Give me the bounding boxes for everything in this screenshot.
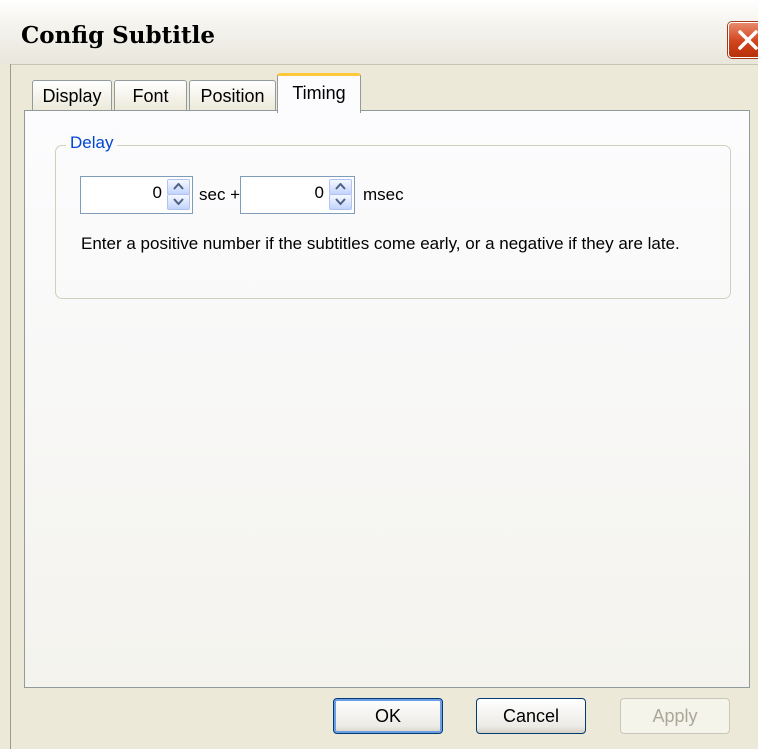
msec-value[interactable]: 0 bbox=[315, 183, 324, 203]
delay-group-label: Delay bbox=[66, 133, 118, 153]
seconds-label: sec + bbox=[199, 185, 241, 204]
delay-groupbox: Delay bbox=[55, 133, 731, 299]
seconds-up-button[interactable] bbox=[167, 179, 190, 195]
seconds-value[interactable]: 0 bbox=[153, 183, 162, 203]
msec-spinner[interactable]: 0 bbox=[240, 176, 355, 214]
tab-timing[interactable]: Timing bbox=[277, 73, 361, 113]
down-arrow-icon bbox=[335, 198, 346, 205]
down-arrow-icon bbox=[173, 198, 184, 205]
msec-up-button[interactable] bbox=[329, 179, 352, 195]
tab-display[interactable]: Display bbox=[32, 80, 112, 111]
seconds-spinner[interactable]: 0 bbox=[80, 176, 193, 214]
window-title: Config Subtitle bbox=[21, 22, 215, 49]
up-arrow-icon bbox=[173, 183, 184, 190]
seconds-spinner-arrows bbox=[167, 179, 190, 210]
delay-description: Enter a positive number if the subtitles… bbox=[81, 234, 680, 253]
config-subtitle-dialog: Config Subtitle Display Font Position Ti… bbox=[0, 0, 758, 749]
close-icon bbox=[738, 30, 758, 50]
msec-down-button[interactable] bbox=[329, 194, 352, 210]
tab-font[interactable]: Font bbox=[114, 80, 187, 111]
cancel-button[interactable]: Cancel bbox=[476, 698, 586, 734]
tab-position[interactable]: Position bbox=[189, 80, 276, 111]
window-frame bbox=[0, 64, 11, 749]
close-button[interactable] bbox=[728, 22, 758, 58]
apply-button[interactable]: Apply bbox=[620, 698, 730, 734]
msec-spinner-arrows bbox=[329, 179, 352, 210]
up-arrow-icon bbox=[335, 183, 346, 190]
ok-button[interactable]: OK bbox=[333, 698, 443, 734]
seconds-down-button[interactable] bbox=[167, 194, 190, 210]
title-bar[interactable]: Config Subtitle bbox=[0, 0, 758, 65]
msec-label: msec bbox=[363, 185, 404, 204]
timing-panel: Delay 0 sec + 0 msec Enter a positive nu… bbox=[24, 110, 750, 688]
